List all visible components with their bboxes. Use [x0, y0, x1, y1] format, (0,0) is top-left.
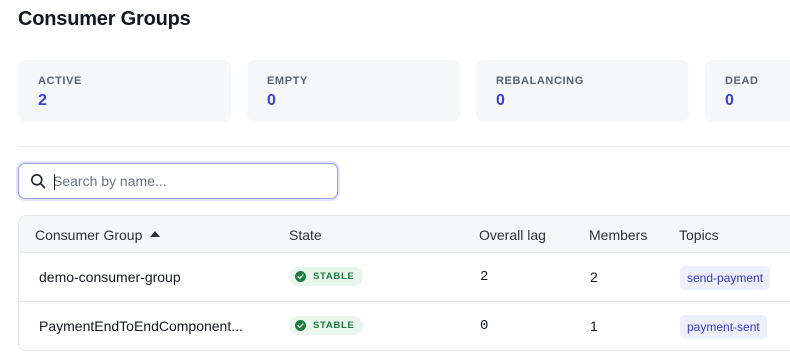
- stat-value: 0: [725, 92, 734, 109]
- search-box[interactable]: [18, 163, 338, 199]
- overall-lag-value: 0: [480, 318, 489, 334]
- topics-cell: send-payment: [680, 266, 771, 290]
- topic-tag[interactable]: payment-sent: [680, 315, 767, 339]
- topic-tag[interactable]: send-payment: [680, 266, 771, 290]
- status-badge: STABLE: [289, 267, 363, 286]
- consumer-group-name-link[interactable]: PaymentEndToEndComponent...: [39, 318, 269, 334]
- column-header-label: Consumer Group: [35, 227, 143, 243]
- stat-card-dead: DEAD 0: [705, 60, 790, 122]
- stat-value: 0: [496, 92, 505, 109]
- page-title: Consumer Groups: [18, 8, 191, 30]
- consumer-group-name-link[interactable]: demo-consumer-group: [39, 269, 269, 285]
- state-cell: STABLE: [289, 316, 363, 335]
- search-icon: [31, 174, 46, 189]
- topics-cell: payment-sent: [680, 315, 767, 339]
- text-caret: [54, 174, 55, 190]
- table-header: Consumer Group State Overall lag Members…: [19, 216, 790, 253]
- members-count: 1: [590, 318, 598, 334]
- stat-card-empty: EMPTY 0: [247, 60, 460, 122]
- search-input[interactable]: [53, 169, 323, 193]
- status-badge-label: STABLE: [313, 320, 355, 331]
- column-header-overall-lag[interactable]: Overall lag: [479, 227, 546, 243]
- column-header-state[interactable]: State: [289, 227, 322, 243]
- section-divider: [18, 146, 790, 147]
- stat-card-active: ACTIVE 2: [18, 60, 231, 122]
- consumer-groups-table: Consumer Group State Overall lag Members…: [18, 215, 790, 351]
- column-header-consumer-group[interactable]: Consumer Group: [35, 227, 161, 243]
- check-circle-icon: [295, 271, 306, 282]
- stat-label: REBALANCING: [496, 75, 584, 87]
- column-header-topics[interactable]: Topics: [679, 227, 719, 243]
- status-badge-label: STABLE: [313, 271, 355, 282]
- state-cell: STABLE: [289, 267, 363, 286]
- stat-label: EMPTY: [267, 75, 308, 87]
- stat-value: 0: [267, 92, 276, 109]
- overall-lag-value: 2: [480, 269, 489, 285]
- stat-label: DEAD: [725, 75, 759, 87]
- column-header-members[interactable]: Members: [589, 227, 647, 243]
- stat-value: 2: [38, 92, 47, 109]
- check-circle-icon: [295, 320, 306, 331]
- status-badge: STABLE: [289, 316, 363, 335]
- sort-ascending-icon[interactable]: [150, 231, 161, 237]
- table-row[interactable]: PaymentEndToEndComponent... STABLE 0 1 p…: [19, 302, 790, 350]
- stats-summary: ACTIVE 2 EMPTY 0 REBALANCING 0 DEAD 0: [18, 60, 790, 122]
- stat-label: ACTIVE: [38, 75, 82, 87]
- stat-card-rebalancing: REBALANCING 0: [476, 60, 689, 122]
- members-count: 2: [590, 269, 598, 285]
- table-row[interactable]: demo-consumer-group STABLE 2 2 send-paym…: [19, 253, 790, 302]
